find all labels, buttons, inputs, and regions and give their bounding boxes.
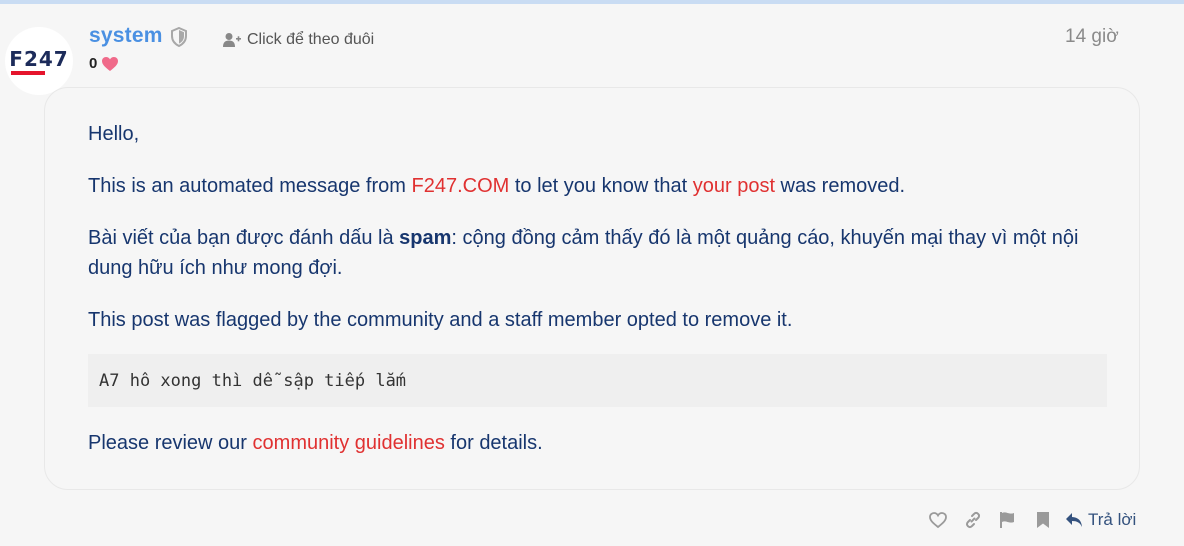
quoted-post-content: A7 hô xong thì dễ sập tiếp lắm — [88, 354, 1107, 407]
automated-message-line: This is an automated message from F247.C… — [88, 171, 905, 201]
post-actions: Trả lời — [920, 507, 1136, 533]
user-plus-icon — [223, 33, 241, 47]
line4-before: Please review our — [88, 432, 253, 454]
f247-logo: F247 — [9, 47, 68, 75]
line2-before: Bài viết của bạn được đánh dấu là — [88, 227, 400, 249]
bookmark-button[interactable] — [1025, 507, 1060, 533]
copy-link-button[interactable] — [955, 507, 990, 533]
flagged-notice: This post was flagged by the community a… — [88, 309, 793, 331]
shield-icon — [171, 27, 187, 47]
follow-label: Click để theo đuôi — [247, 31, 375, 48]
flag-icon — [999, 512, 1014, 528]
line1-middle: to let you know that — [509, 175, 693, 197]
username[interactable]: system — [89, 24, 163, 48]
like-count: 0 — [89, 55, 98, 72]
spam-explanation: Bài viết của bạn được đánh dấu là spam: … — [88, 223, 1098, 283]
avatar-text: F247 — [9, 47, 68, 71]
site-link[interactable]: F247.COM — [411, 175, 509, 197]
community-guidelines-link[interactable]: community guidelines — [253, 432, 445, 454]
avatar[interactable]: F247 — [5, 27, 73, 95]
reply-icon — [1066, 513, 1082, 527]
like-count-badge: 0 — [89, 55, 119, 72]
top-border — [0, 0, 1184, 4]
like-button[interactable] — [920, 507, 955, 533]
heart-icon — [102, 56, 119, 71]
heart-outline-icon — [928, 512, 947, 529]
post-time[interactable]: 14 giờ — [1065, 26, 1119, 48]
line1-after: was removed. — [775, 175, 906, 197]
greeting: Hello, — [88, 123, 140, 145]
link-icon — [965, 511, 980, 529]
reply-label: Trả lời — [1088, 510, 1137, 529]
spam-flag: spam — [399, 227, 452, 249]
follow-button[interactable]: Click để theo đuôi — [223, 31, 374, 49]
reply-button[interactable]: Trả lời — [1064, 510, 1136, 530]
guidelines-line: Please review our community guidelines f… — [88, 428, 543, 458]
line4-after: for details. — [444, 432, 543, 454]
bookmark-icon — [1036, 512, 1049, 528]
line1-before: This is an automated message from — [88, 175, 412, 197]
your-post-link[interactable]: your post — [693, 175, 775, 197]
flag-button[interactable] — [990, 507, 1025, 533]
